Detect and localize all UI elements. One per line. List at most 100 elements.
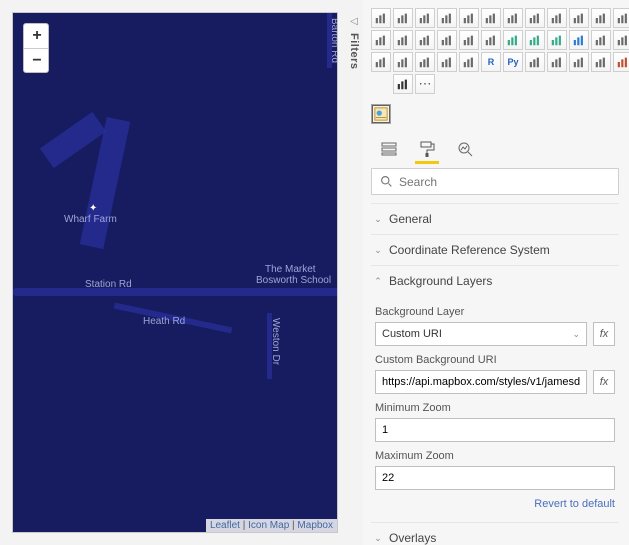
viz-type-qna[interactable] (569, 52, 589, 72)
section-overlays[interactable]: ⌄ Overlays (371, 522, 619, 545)
section-crs[interactable]: ⌄ Coordinate Reference System (371, 234, 619, 265)
map-visual[interactable]: ✦ Wharf Farm Station Rd Heath Rd Weston … (12, 12, 338, 533)
map-label-school-l1: The Market (265, 264, 316, 275)
attribution-leaflet-link[interactable]: Leaflet (210, 520, 240, 531)
visualizations-pane: RPy ⋯ ⌄ General (363, 0, 629, 545)
viz-type-waterfall[interactable] (371, 30, 391, 50)
viz-type-stacked-column[interactable] (437, 8, 457, 28)
road-heath (114, 303, 233, 334)
viz-type-gauge[interactable] (591, 30, 611, 50)
min-zoom-input-wrap[interactable] (375, 418, 615, 442)
field-label-min-zoom: Minimum Zoom (375, 402, 615, 414)
viz-type-line-clustered-column[interactable] (569, 8, 589, 28)
viz-type-multi-row-card[interactable] (371, 52, 391, 72)
viz-type-funnel[interactable] (393, 30, 413, 50)
viz-type-paginated-report[interactable] (613, 52, 629, 72)
chevron-left-icon: ◁ (350, 16, 358, 27)
viz-type-kpi[interactable] (393, 52, 413, 72)
road-weston (267, 313, 272, 379)
selected-visual-icon[interactable] (371, 104, 391, 124)
magnifier-chart-icon (457, 141, 473, 157)
viz-type-decomposition-tree[interactable] (547, 52, 567, 72)
paint-roller-icon (419, 141, 435, 157)
tab-format[interactable] (417, 138, 437, 160)
attribution-sep: | (240, 520, 248, 531)
field-label-max-zoom: Maximum Zoom (375, 450, 615, 462)
viz-type-donut[interactable] (459, 30, 479, 50)
viz-type-clustered-column[interactable] (459, 8, 479, 28)
viz-type-key-influencers[interactable] (525, 52, 545, 72)
custom-background-uri-input-wrap[interactable] (375, 370, 587, 394)
visualization-gallery: RPy ⋯ (371, 8, 619, 94)
road-station (13, 288, 338, 296)
viz-type-line[interactable] (503, 8, 523, 28)
section-label: Overlays (389, 531, 436, 545)
format-tab-row (379, 138, 619, 160)
viz-type-ribbon[interactable] (613, 8, 629, 28)
viz-type-card[interactable] (613, 30, 629, 50)
min-zoom-input[interactable] (382, 424, 608, 436)
fields-icon (381, 141, 397, 157)
map-attribution: Leaflet | Icon Map | Mapbox (206, 519, 337, 532)
max-zoom-input[interactable] (382, 472, 608, 484)
viz-type-python-visual[interactable]: Py (503, 52, 523, 72)
viz-type-treemap[interactable] (481, 30, 501, 50)
viz-type-filled-map[interactable] (525, 30, 545, 50)
viz-type-r-visual[interactable]: R (481, 52, 501, 72)
chevron-down-icon: ⌄ (373, 245, 383, 256)
viz-type-100-stacked-column[interactable] (481, 8, 501, 28)
chevron-down-icon: ⌄ (373, 533, 383, 544)
viz-type-azure-map[interactable] (569, 30, 589, 50)
viz-type-ellipsis[interactable]: ⋯ (415, 74, 435, 94)
road-wharf-a (40, 112, 106, 168)
attribution-mapbox-link[interactable]: Mapbox (297, 520, 333, 531)
viz-type-stacked-bar[interactable] (371, 8, 391, 28)
viz-type-pie[interactable] (437, 30, 457, 50)
section-background-layers[interactable]: ⌃ Background Layers (371, 265, 619, 296)
viz-type-power-apps[interactable] (393, 74, 413, 94)
field-label-background-layer: Background Layer (375, 306, 615, 318)
select-value: Custom URI (382, 328, 442, 340)
chevron-up-icon: ⌃ (373, 276, 383, 287)
viz-type-smart-narrative[interactable] (591, 52, 611, 72)
viz-type-shape-map[interactable] (547, 30, 567, 50)
filters-pane-collapsed[interactable]: ◁ Filters (345, 0, 363, 545)
chevron-down-icon: ⌄ (572, 329, 580, 340)
map-label-school-l2: Bosworth School (256, 275, 331, 286)
filters-label: Filters (348, 33, 360, 70)
tab-analytics[interactable] (455, 138, 475, 160)
search-input-wrap[interactable] (371, 168, 619, 195)
search-input[interactable] (399, 175, 610, 189)
viz-type-matrix[interactable] (459, 52, 479, 72)
field-label-custom-uri: Custom Background URI (375, 354, 615, 366)
viz-type-100-stacked-bar[interactable] (415, 8, 435, 28)
section-label: General (389, 212, 432, 226)
background-layer-select[interactable]: Custom URI ⌄ (375, 322, 587, 346)
search-icon (380, 175, 393, 188)
viz-type-area[interactable] (525, 8, 545, 28)
viz-type-clustered-bar[interactable] (393, 8, 413, 28)
viz-type-map[interactable] (503, 30, 523, 50)
fx-button-custom-uri[interactable]: fx (593, 370, 615, 394)
section-label: Coordinate Reference System (389, 243, 550, 257)
zoom-in-button[interactable]: + (24, 24, 49, 48)
zoom-out-button[interactable]: − (24, 48, 49, 72)
tab-fields[interactable] (379, 138, 399, 160)
section-label: Background Layers (389, 274, 492, 288)
section-general[interactable]: ⌄ General (371, 203, 619, 234)
map-marker-icon: ✦ (89, 203, 96, 210)
road-barton (327, 13, 332, 68)
viz-type-line-stacked-column[interactable] (591, 8, 611, 28)
viz-type-stacked-area[interactable] (547, 8, 567, 28)
section-background-layers-body: Background Layer Custom URI ⌄ fx Custom … (371, 296, 619, 522)
max-zoom-input-wrap[interactable] (375, 466, 615, 490)
zoom-control: + − (23, 23, 49, 73)
chevron-down-icon: ⌄ (373, 214, 383, 225)
viz-type-scatter[interactable] (415, 30, 435, 50)
viz-type-table[interactable] (437, 52, 457, 72)
viz-type-slicer[interactable] (415, 52, 435, 72)
fx-button-background-layer[interactable]: fx (593, 322, 615, 346)
custom-background-uri-input[interactable] (382, 376, 580, 388)
revert-to-default-link[interactable]: Revert to default (534, 498, 615, 510)
attribution-iconmap-link[interactable]: Icon Map (248, 520, 289, 531)
